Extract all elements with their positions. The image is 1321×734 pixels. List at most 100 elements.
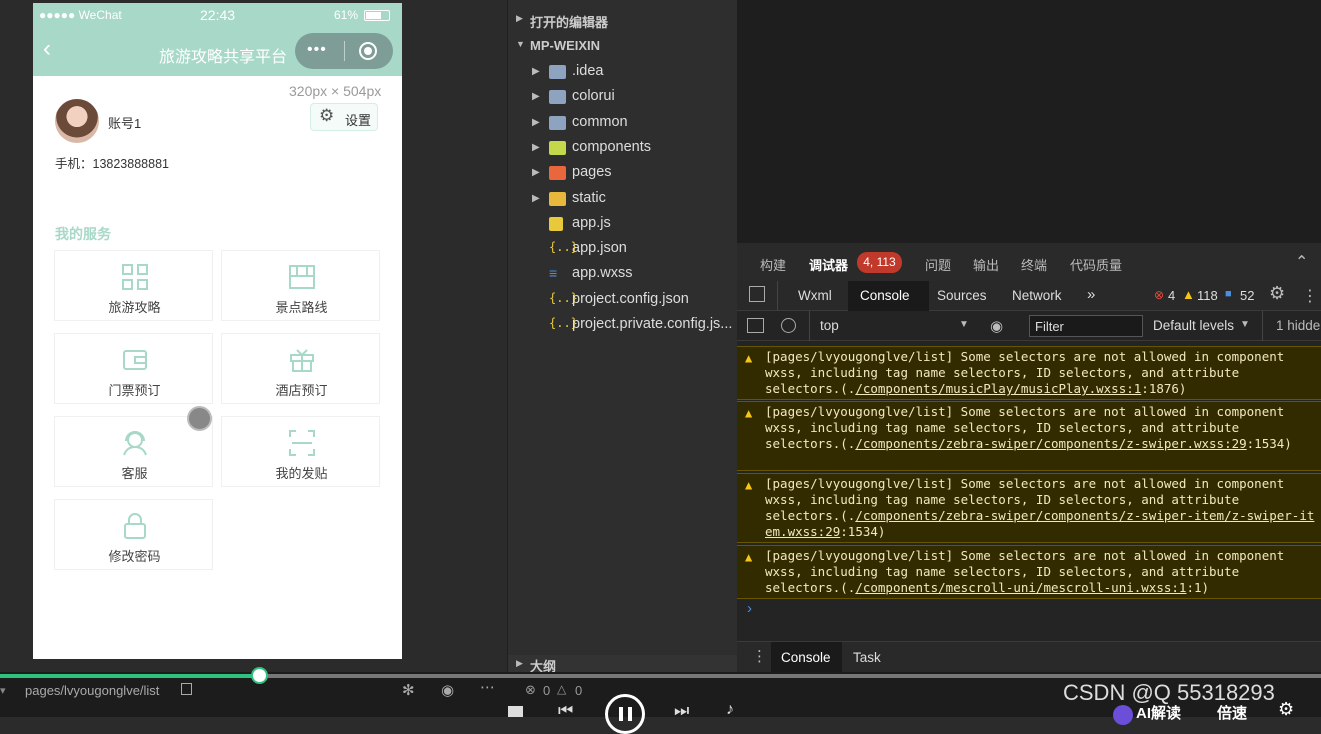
- more-tabs-icon[interactable]: »: [1087, 286, 1095, 303]
- kebab-icon[interactable]: ⋮: [1302, 286, 1318, 306]
- project-section[interactable]: ▼ MP-WEIXIN: [508, 35, 738, 60]
- warning-icon: ▲: [1182, 287, 1195, 302]
- inspect-icon[interactable]: [749, 286, 765, 302]
- back-icon[interactable]: ‹: [43, 37, 51, 61]
- settings-button[interactable]: ⚙ 设置: [310, 103, 378, 131]
- tree-item[interactable]: ▶ components: [508, 136, 738, 161]
- tree-item[interactable]: ▶ colorui: [508, 85, 738, 110]
- warning-count[interactable]: 0: [575, 683, 582, 698]
- folder-icon: [549, 90, 566, 105]
- eye-icon[interactable]: ◉: [441, 681, 454, 699]
- filter-input[interactable]: Filter: [1029, 315, 1143, 337]
- volume-icon[interactable]: ♪: [726, 701, 734, 719]
- gift-icon: [290, 349, 314, 372]
- drawer-tab-console[interactable]: Console: [781, 650, 831, 665]
- chevron-down-icon: ▼: [516, 39, 525, 49]
- tab-terminal[interactable]: 终端: [1021, 255, 1047, 274]
- tree-item[interactable]: {..} project.config.json: [508, 288, 738, 313]
- kebab-icon[interactable]: ⋮: [752, 647, 767, 665]
- eye-icon[interactable]: ◉: [990, 317, 1003, 335]
- tree-item-label: app.json: [572, 240, 627, 257]
- tree-item[interactable]: ▶ pages: [508, 161, 738, 186]
- console-prompt[interactable]: ›: [747, 600, 752, 617]
- copy-icon[interactable]: [181, 683, 192, 695]
- chevron-right-icon: ▶: [532, 192, 540, 204]
- tree-item[interactable]: ▶ .idea: [508, 60, 738, 85]
- info-count[interactable]: 52: [1240, 288, 1254, 303]
- error-count[interactable]: 4: [1168, 288, 1175, 303]
- touch-cursor: [187, 406, 212, 431]
- more-icon[interactable]: •••: [307, 41, 327, 59]
- tree-item[interactable]: ≡ app.wxss: [508, 262, 738, 287]
- tab-output[interactable]: 输出: [973, 255, 999, 274]
- service-card-password[interactable]: 修改密码: [54, 499, 213, 570]
- bug-icon[interactable]: ✻: [402, 681, 415, 699]
- tab-code-quality[interactable]: 代码质量: [1070, 255, 1122, 274]
- service-card-hotel[interactable]: 酒店预订: [221, 333, 380, 404]
- gear-icon[interactable]: ⚙: [1269, 283, 1285, 304]
- video-progress-handle[interactable]: [250, 667, 268, 684]
- tab-wxml[interactable]: Wxml: [798, 288, 832, 303]
- console-warning[interactable]: ▲ [pages/lvyougonglve/list] Some selecto…: [737, 401, 1321, 471]
- service-card-guide[interactable]: 旅游攻略: [54, 250, 213, 321]
- devtools-top-tabs: 构建 调试器 4, 113 问题 输出 终端 代码质量 ⌃: [737, 243, 1321, 281]
- close-miniprogram-icon[interactable]: [359, 42, 377, 60]
- tab-network[interactable]: Network: [1012, 288, 1062, 303]
- console-warning[interactable]: ▲ [pages/lvyougonglve/list] Some selecto…: [737, 346, 1321, 400]
- pause-button[interactable]: [605, 694, 645, 734]
- tree-item[interactable]: {..} app.json: [508, 237, 738, 262]
- more-icon[interactable]: ⋯: [480, 678, 495, 696]
- section-title: 我的服务: [55, 226, 111, 242]
- levels-select[interactable]: Default levels: [1153, 318, 1234, 333]
- avatar[interactable]: [55, 99, 99, 143]
- headset-icon: [123, 431, 147, 456]
- drawer-tab-task[interactable]: Task: [853, 650, 881, 665]
- service-card-route[interactable]: 景点路线: [221, 250, 380, 321]
- tree-item-label: project.config.json: [572, 290, 689, 307]
- chevron-right-icon: ▶: [532, 141, 540, 153]
- error-count[interactable]: 0: [543, 683, 550, 698]
- tree-item[interactable]: app.js: [508, 212, 738, 237]
- collapse-icon[interactable]: ⌃: [1295, 252, 1308, 272]
- source-link[interactable]: /components/mescroll-uni/mescroll-uni.wx…: [855, 580, 1186, 595]
- js-file-icon: [549, 216, 563, 231]
- stop-icon[interactable]: [508, 706, 523, 717]
- warning-count[interactable]: 118: [1197, 288, 1218, 303]
- file-explorer: ▶ 打开的编辑器 ▼ MP-WEIXIN ▶ .idea ▶ colorui ▶ comm…: [507, 0, 738, 674]
- speed-button[interactable]: 倍速: [1217, 702, 1247, 723]
- error-icon: ⊗: [1154, 288, 1165, 302]
- tab-console[interactable]: Console: [860, 288, 910, 303]
- json-file-icon: {..}: [549, 240, 578, 255]
- folder-icon: [549, 166, 566, 181]
- tab-issues[interactable]: 问题: [925, 255, 951, 274]
- console-warning[interactable]: ▲ [pages/lvyougonglve/list] Some selecto…: [737, 473, 1321, 543]
- console-warning[interactable]: ▲ [pages/lvyougonglve/list] Some selecto…: [737, 545, 1321, 599]
- chevron-down-icon[interactable]: ▾: [0, 684, 6, 697]
- tree-item[interactable]: {..} project.private.config.js...: [508, 313, 738, 338]
- prev-icon[interactable]: ⏮: [558, 701, 573, 721]
- error-badge: 4, 113: [857, 252, 902, 273]
- devtools-panel-tabs: Wxml Console Sources Network » ⊗ 4 ▲ 118…: [737, 281, 1321, 311]
- tree-item[interactable]: ▶ common: [508, 111, 738, 136]
- outline-section[interactable]: ▶ 大纲: [508, 655, 738, 674]
- tab-sources[interactable]: Sources: [937, 288, 987, 303]
- page-path[interactable]: pages/lvyougonglve/list: [25, 683, 159, 698]
- log-line: [pages/lvyougonglve/list] Some selectors…: [765, 404, 1285, 419]
- next-icon[interactable]: ⏭: [674, 701, 689, 721]
- project-label: MP-WEIXIN: [530, 38, 601, 53]
- service-card-posts[interactable]: 我的发贴: [221, 416, 380, 487]
- ai-button[interactable]: AI解读: [1136, 702, 1181, 723]
- service-card-ticket[interactable]: 门票预订: [54, 333, 213, 404]
- source-link[interactable]: /components/musicPlay/musicPlay.wxss:1: [855, 381, 1141, 396]
- folder-icon: [549, 191, 566, 206]
- tab-debugger[interactable]: 调试器: [809, 255, 848, 274]
- tab-build[interactable]: 构建: [760, 255, 786, 274]
- video-progress-track[interactable]: [0, 674, 1321, 678]
- clear-console-icon[interactable]: [781, 318, 796, 333]
- sidebar-toggle-icon[interactable]: [747, 318, 764, 333]
- source-link[interactable]: /components/zebra-swiper/components/z-sw…: [855, 436, 1246, 451]
- open-editors-section[interactable]: ▶ 打开的编辑器: [508, 9, 738, 34]
- tree-item[interactable]: ▶ static: [508, 187, 738, 212]
- service-label: 客服: [121, 466, 148, 481]
- context-select[interactable]: top: [820, 318, 839, 333]
